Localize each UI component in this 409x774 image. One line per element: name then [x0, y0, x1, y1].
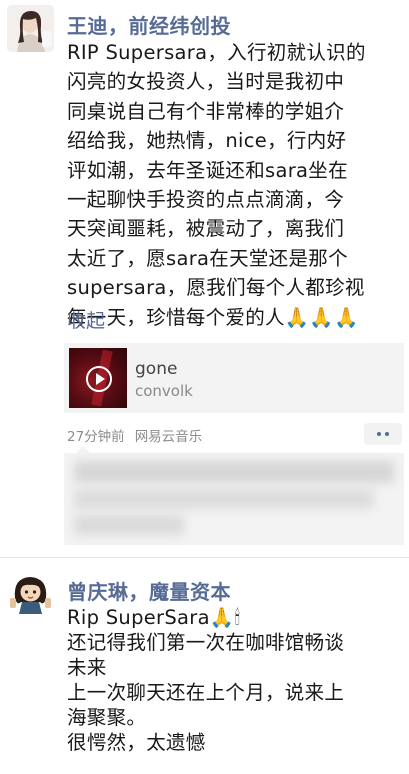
post-line: 绍给我，她热情，nice，行内好 — [67, 129, 347, 153]
moment-post-2: 曾庆琳，魔量资本 Rip SuperSara🙏🕯 还记得我们第一次在咖啡馆畅谈 … — [0, 558, 409, 774]
post-line: 还记得我们第一次在咖啡馆畅谈 — [67, 631, 345, 654]
post-line: 评如潮，去年圣诞还和sara坐在 — [67, 158, 348, 182]
post-line: 很愕然，太遗憾 — [67, 731, 206, 754]
blurred-comment — [74, 489, 374, 509]
album-cover — [69, 348, 127, 408]
song-title: gone — [135, 359, 178, 379]
avatar-post-2[interactable] — [7, 568, 54, 615]
blurred-comment — [74, 461, 394, 483]
play-icon[interactable] — [86, 366, 112, 392]
music-share-card[interactable]: gone convolk — [64, 343, 404, 413]
avatar-cartoon-girl-icon — [7, 568, 54, 615]
author-name-post-1[interactable]: 王迪，前经纬创投 — [67, 10, 231, 39]
blurred-comment — [74, 515, 184, 535]
post-line: RIP Supersara，入行初就认识的 — [67, 41, 366, 64]
post-line: 太近了，愿sara在天堂还是那个 — [67, 246, 348, 270]
avatar-post-1[interactable] — [7, 5, 54, 52]
avatar-woman-photo-icon — [7, 5, 54, 52]
post-line: 闪亮的女投资人，当时是我初中 — [67, 70, 345, 94]
post-text-1: RIP Supersara，入行初就认识的 闪亮的女投资人，当时是我初中 同桌说… — [67, 38, 403, 332]
post-line: 一起聊快手投资的点点滴滴，今 — [67, 188, 345, 212]
moment-post-1: 王迪，前经纬创投 RIP Supersara，入行初就认识的 闪亮的女投资人，当… — [0, 0, 409, 557]
post-line: 未来 — [67, 656, 107, 679]
more-dots-icon[interactable] — [364, 423, 402, 445]
post-source-app[interactable]: 网易云音乐 — [135, 429, 203, 445]
collapse-link[interactable]: 收起 — [67, 306, 105, 333]
post-line: supersara，愿我们每个人都珍视 — [67, 276, 365, 300]
post-line: 上一次聊天还在上个月，说来上 — [67, 681, 345, 704]
author-name-post-2[interactable]: 曾庆琳，魔量资本 — [67, 576, 231, 605]
post-line: 同桌说自己有个非常棒的学姐介 — [67, 99, 345, 123]
post-line: 每一天，珍惜每个爱的人🙏🙏🙏 — [67, 305, 359, 329]
song-artist: convolk — [135, 382, 193, 400]
post-meta: 27分钟前 网易云音乐 — [67, 425, 202, 445]
post-line: Rip SuperSara🙏🕯 — [67, 606, 241, 629]
post-line: 天突闻噩耗，被震动了，离我们 — [67, 217, 345, 241]
post-text-2: Rip SuperSara🙏🕯 还记得我们第一次在咖啡馆畅谈 未来 上一次聊天还… — [67, 605, 403, 755]
comments-area-blurred — [64, 446, 404, 545]
post-line: 海聚聚。 — [67, 706, 147, 729]
post-time: 27分钟前 — [67, 429, 125, 445]
